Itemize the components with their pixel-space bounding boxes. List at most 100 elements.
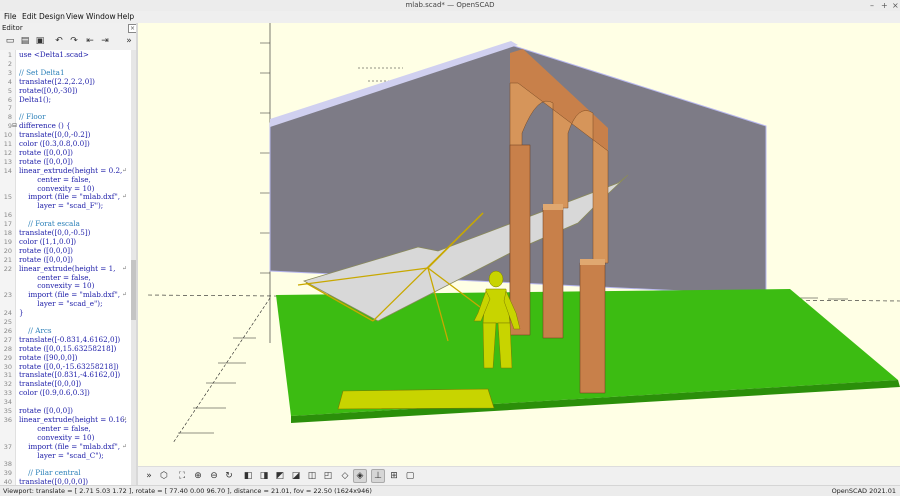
line-number: 32: [3, 380, 12, 389]
orthogonal-icon[interactable]: ◈: [353, 469, 367, 483]
view-top-icon[interactable]: ◨: [258, 470, 270, 482]
line-number: 10: [3, 131, 12, 140]
unindent-icon[interactable]: ⇤: [84, 35, 96, 47]
line-number: 35: [3, 407, 12, 415]
line-number: 3: [7, 68, 12, 77]
line-number: 21: [3, 255, 12, 264]
code-line[interactable]: 1 use <Delta1.scad>: [0, 50, 131, 60]
line-wrap-icon: ↵: [122, 415, 128, 423]
menu-window[interactable]: Window: [86, 11, 116, 23]
line-number: 37: [3, 442, 12, 451]
zoom-in-icon[interactable]: ⊕: [192, 470, 204, 482]
editor-title: Editor: [2, 24, 23, 32]
code-text: color ([0.9,0.6,0.3]): [19, 388, 90, 398]
undo-icon[interactable]: ↶: [53, 35, 65, 47]
indent-icon[interactable]: ⇥: [99, 35, 111, 47]
line-number: 12: [3, 148, 12, 157]
zoom-out-icon[interactable]: ⊖: [208, 470, 220, 482]
render-icon[interactable]: ⬡: [158, 470, 170, 482]
line-wrap-icon: ↵: [122, 291, 128, 299]
line-number: 17: [3, 220, 12, 229]
line-number: 4: [7, 77, 12, 86]
line-number: 38: [3, 460, 12, 469]
new-file-icon[interactable]: ▭: [4, 35, 16, 47]
code-text: translate([0,0,0,0]): [19, 477, 89, 485]
right-pillar: [579, 262, 606, 394]
code-text: use <Delta1.scad>: [19, 50, 89, 59]
code-text: }: [19, 308, 24, 318]
code-line[interactable]: 40 translate([0,0,0,0]): [0, 477, 131, 485]
open-file-icon[interactable]: ▤: [19, 35, 31, 47]
view-right-icon[interactable]: ◧: [242, 470, 254, 482]
save-file-icon[interactable]: ▣: [34, 35, 46, 47]
code-editor[interactable]: 1 use <Delta1.scad> 2 3// Set Delta1 4 transl…: [0, 50, 131, 485]
line-number: 5: [7, 86, 12, 95]
line-number: 29: [3, 353, 12, 362]
code-line[interactable]: 33 color ([0.9,0.6,0.3]): [0, 388, 131, 398]
menu-file[interactable]: File: [4, 11, 17, 23]
line-number: 16: [3, 211, 12, 220]
line-number: 28: [3, 344, 12, 353]
show-scale-icon[interactable]: ⊞: [388, 470, 400, 482]
line-wrap-icon: ↵: [122, 442, 128, 450]
status-bar: Viewport: translate = [ 2.71 5.03 1.72 ]…: [0, 485, 900, 496]
line-wrap-icon: ↵: [122, 166, 128, 174]
line-number: 13: [3, 157, 12, 166]
menu-view[interactable]: View: [66, 11, 84, 23]
view-all-icon[interactable]: ⛶: [176, 470, 188, 482]
line-number: 2: [7, 59, 12, 68]
view-back-icon[interactable]: ◰: [322, 470, 334, 482]
menu-edit[interactable]: Edit: [22, 11, 37, 23]
line-number: 24: [3, 309, 12, 318]
editor-header: Editor: [0, 23, 136, 33]
line-number: 1: [7, 51, 12, 59]
line-number: 31: [3, 371, 12, 380]
view-left-icon[interactable]: ◪: [290, 470, 302, 482]
code-line[interactable]: 24}: [0, 308, 131, 318]
line-wrap-icon: ↵: [122, 264, 128, 272]
line-number: 18: [3, 229, 12, 237]
view-bottom-icon[interactable]: ◩: [274, 470, 286, 482]
expand-toolbar-icon[interactable]: »: [123, 35, 135, 47]
line-number: 11: [3, 140, 12, 148]
code-text: layer = "scad_F");: [19, 201, 104, 211]
y-axis-negative: [172, 297, 271, 444]
line-number: 34: [3, 398, 12, 407]
maximize-button[interactable]: +: [881, 0, 888, 11]
line-number: 14: [3, 166, 12, 175]
window-titlebar: mlab.scad* — OpenSCAD: [0, 0, 900, 11]
line-number: 30: [3, 362, 12, 371]
code-line[interactable]: layer = "scad_F");: [0, 201, 131, 211]
perspective-icon[interactable]: ◇: [339, 470, 351, 482]
line-number: 9: [7, 122, 12, 131]
line-number: 36: [3, 415, 12, 424]
line-number: 26: [3, 326, 12, 335]
line-number: 27: [3, 335, 12, 344]
3d-viewport[interactable]: [138, 23, 900, 466]
line-number: 33: [3, 389, 12, 398]
line-wrap-icon: ↵: [122, 193, 128, 201]
line-number: 7: [7, 104, 12, 113]
render-preview-icon[interactable]: »: [143, 470, 155, 482]
code-line[interactable]: 6 Delta1();: [0, 95, 131, 105]
minimize-button[interactable]: –: [870, 0, 874, 11]
viewport-toolbar: » ⬡ ⛶ ⊕ ⊖ ↻ ◧ ◨ ◩ ◪ ◫ ◰ ◇ ◈ ⊥ ⊞ ▢: [138, 466, 900, 486]
fold-marker-icon[interactable]: ⊟: [12, 122, 17, 131]
line-number: 20: [3, 246, 12, 255]
close-button[interactable]: ×: [892, 0, 899, 11]
line-number: 15: [3, 193, 12, 202]
menu-help[interactable]: Help: [117, 11, 134, 23]
center-pillar: [542, 207, 564, 339]
redo-icon[interactable]: ↷: [68, 35, 80, 47]
stair-pit: [337, 388, 495, 410]
show-axes-icon[interactable]: ⊥: [371, 469, 385, 483]
view-front-icon[interactable]: ◫: [306, 470, 318, 482]
line-number: 22: [3, 264, 12, 273]
line-number: 25: [3, 318, 12, 326]
reset-view-icon[interactable]: ↻: [223, 470, 235, 482]
menu-design[interactable]: Design: [39, 11, 65, 23]
line-number: 19: [3, 237, 12, 246]
show-edges-icon[interactable]: ▢: [404, 470, 416, 482]
3d-scene[interactable]: [138, 23, 900, 466]
code-line[interactable]: layer = "scad_C");: [0, 451, 131, 461]
